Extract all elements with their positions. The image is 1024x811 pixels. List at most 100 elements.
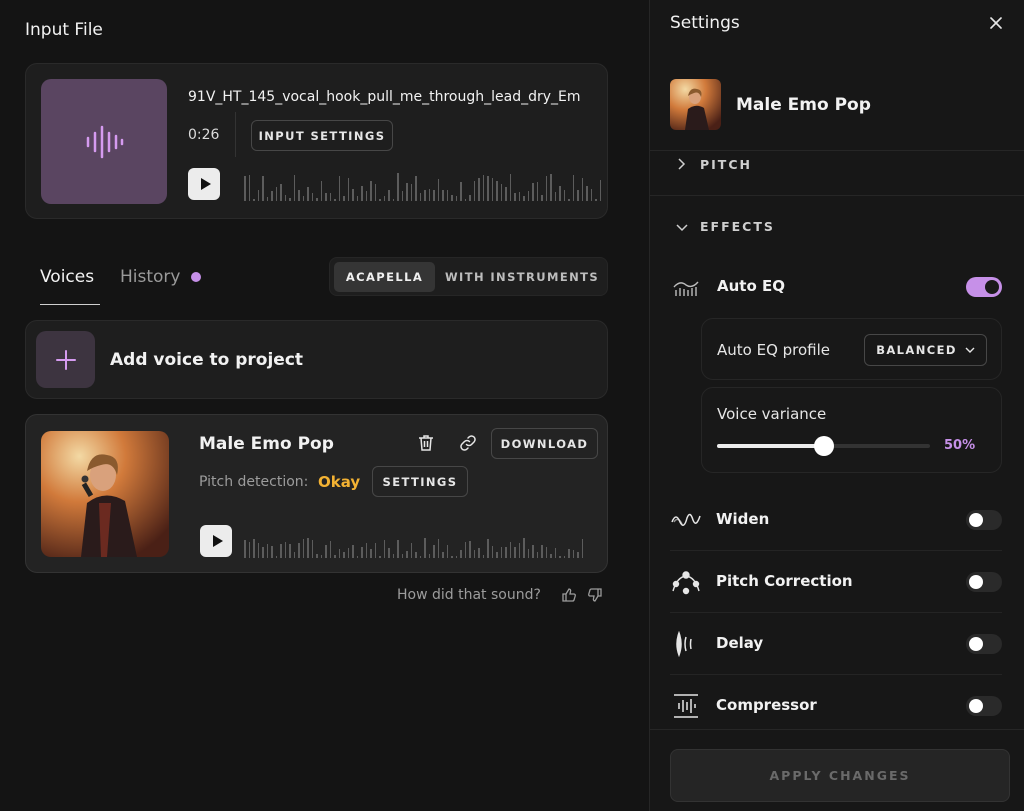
pitch-correction-toggle[interactable] bbox=[966, 572, 1002, 592]
eq-profile-value: BALANCED bbox=[876, 343, 957, 357]
waveform-bar bbox=[442, 190, 444, 201]
delay-toggle[interactable] bbox=[966, 634, 1002, 654]
waveform-bar bbox=[554, 192, 556, 201]
waveform-bar bbox=[482, 175, 484, 201]
waveform-bar bbox=[370, 181, 372, 201]
waveform-bar bbox=[289, 198, 291, 201]
tab-voices[interactable]: Voices bbox=[40, 267, 94, 287]
audio-waveform-artwork bbox=[41, 79, 167, 204]
waveform-bar bbox=[581, 539, 583, 558]
auto-eq-label: Auto EQ bbox=[717, 277, 785, 295]
waveform-bar bbox=[257, 543, 259, 558]
apply-changes-button[interactable]: APPLY CHANGES bbox=[670, 749, 1010, 802]
waveform-bar bbox=[550, 174, 552, 201]
chevron-down-icon bbox=[965, 347, 975, 353]
waveform-bar bbox=[325, 545, 327, 558]
waveform-bar bbox=[397, 173, 399, 201]
effect-row-compressor: Compressor bbox=[670, 675, 1002, 737]
waveform-bar bbox=[383, 540, 385, 558]
thumbs-down-button[interactable] bbox=[587, 587, 603, 607]
waveform-bar bbox=[464, 542, 466, 558]
waveform-bar bbox=[343, 552, 345, 558]
voice-result-card: Male Emo Pop DOWNLOAD Pitch detection: O… bbox=[25, 414, 608, 573]
voice-variance-slider[interactable] bbox=[717, 436, 930, 456]
input-play-button[interactable] bbox=[188, 168, 220, 200]
soundwave-icon bbox=[86, 125, 124, 158]
waveform-bar bbox=[536, 552, 538, 558]
waveform-bar bbox=[559, 556, 561, 558]
waveform-bar bbox=[518, 543, 520, 558]
thumbs-up-icon bbox=[562, 588, 576, 602]
with-instruments-option[interactable]: WITH INSTRUMENTS bbox=[440, 262, 604, 292]
acapella-option[interactable]: ACAPELLA bbox=[334, 262, 435, 292]
delete-button[interactable] bbox=[416, 433, 436, 457]
waveform-bar bbox=[509, 542, 511, 558]
effects-section-header[interactable]: EFFECTS bbox=[700, 219, 775, 234]
waveform-bar bbox=[406, 183, 408, 201]
input-waveform[interactable] bbox=[244, 171, 606, 201]
waveform-bar bbox=[334, 199, 336, 201]
chevron-down-icon bbox=[676, 224, 688, 232]
waveform-bar bbox=[532, 545, 534, 558]
waveform-bar bbox=[361, 186, 363, 201]
waveform-bar bbox=[289, 544, 291, 558]
waveform-bar bbox=[428, 554, 430, 558]
waveform-bar bbox=[266, 544, 268, 558]
waveform-bar bbox=[514, 193, 516, 201]
auto-eq-toggle[interactable] bbox=[966, 277, 1002, 297]
waveform-bar bbox=[311, 193, 313, 201]
download-button[interactable]: DOWNLOAD bbox=[491, 428, 598, 459]
waveform-bar bbox=[599, 180, 601, 201]
add-voice-button[interactable] bbox=[36, 331, 95, 388]
waveform-bar bbox=[496, 552, 498, 558]
waveform-bar bbox=[401, 554, 403, 558]
waveform-bar bbox=[541, 545, 543, 558]
thumbs-down-icon bbox=[588, 588, 602, 602]
waveform-bar bbox=[527, 191, 529, 201]
waveform-bar bbox=[325, 193, 327, 201]
trash-icon bbox=[419, 435, 433, 451]
waveform-bar bbox=[460, 182, 462, 201]
waveform-bar bbox=[550, 554, 552, 558]
auto-eq-icon bbox=[670, 273, 702, 301]
waveform-bar bbox=[545, 176, 547, 201]
waveform-bar bbox=[478, 548, 480, 558]
tab-history[interactable]: History bbox=[120, 267, 180, 287]
waveform-bar bbox=[370, 549, 372, 558]
waveform-bar bbox=[329, 541, 331, 558]
main-panel: Input File 91V_HT_145_vocal_hook_pull_me… bbox=[0, 0, 649, 811]
waveform-bar bbox=[568, 549, 570, 558]
waveform-bar bbox=[280, 544, 282, 558]
pitch-section-header[interactable]: PITCH bbox=[700, 157, 752, 172]
waveform-bar bbox=[577, 552, 579, 558]
input-duration: 0:26 bbox=[188, 127, 220, 143]
waveform-bar bbox=[392, 554, 394, 558]
input-settings-button[interactable]: INPUT SETTINGS bbox=[251, 120, 393, 151]
voice-settings-button[interactable]: SETTINGS bbox=[372, 466, 468, 497]
widen-toggle[interactable] bbox=[966, 510, 1002, 530]
waveform-bar bbox=[433, 545, 435, 558]
copy-link-button[interactable] bbox=[458, 433, 478, 457]
waveform-bar bbox=[356, 556, 358, 558]
thumbs-up-button[interactable] bbox=[561, 587, 577, 607]
waveform-bar bbox=[388, 190, 390, 201]
waveform-bar bbox=[563, 190, 565, 201]
waveform-bar bbox=[280, 184, 282, 201]
add-voice-card[interactable]: Add voice to project bbox=[25, 320, 608, 399]
eq-profile-dropdown[interactable]: BALANCED bbox=[864, 334, 987, 366]
waveform-bar bbox=[572, 550, 574, 558]
voice-avatar bbox=[670, 79, 721, 130]
waveform-bar bbox=[410, 543, 412, 558]
compressor-toggle[interactable] bbox=[966, 696, 1002, 716]
history-badge-dot bbox=[191, 272, 201, 282]
slider-thumb[interactable] bbox=[813, 436, 834, 456]
waveform-bar bbox=[545, 547, 547, 558]
voice-waveform[interactable] bbox=[244, 532, 589, 558]
waveform-bar bbox=[356, 196, 358, 201]
voice-play-button[interactable] bbox=[200, 525, 232, 557]
waveform-bar bbox=[361, 547, 363, 558]
active-tab-indicator bbox=[40, 304, 100, 305]
feedback-prompt: How did that sound? bbox=[397, 587, 541, 603]
waveform-bar bbox=[293, 175, 295, 201]
close-button[interactable] bbox=[990, 14, 1002, 33]
